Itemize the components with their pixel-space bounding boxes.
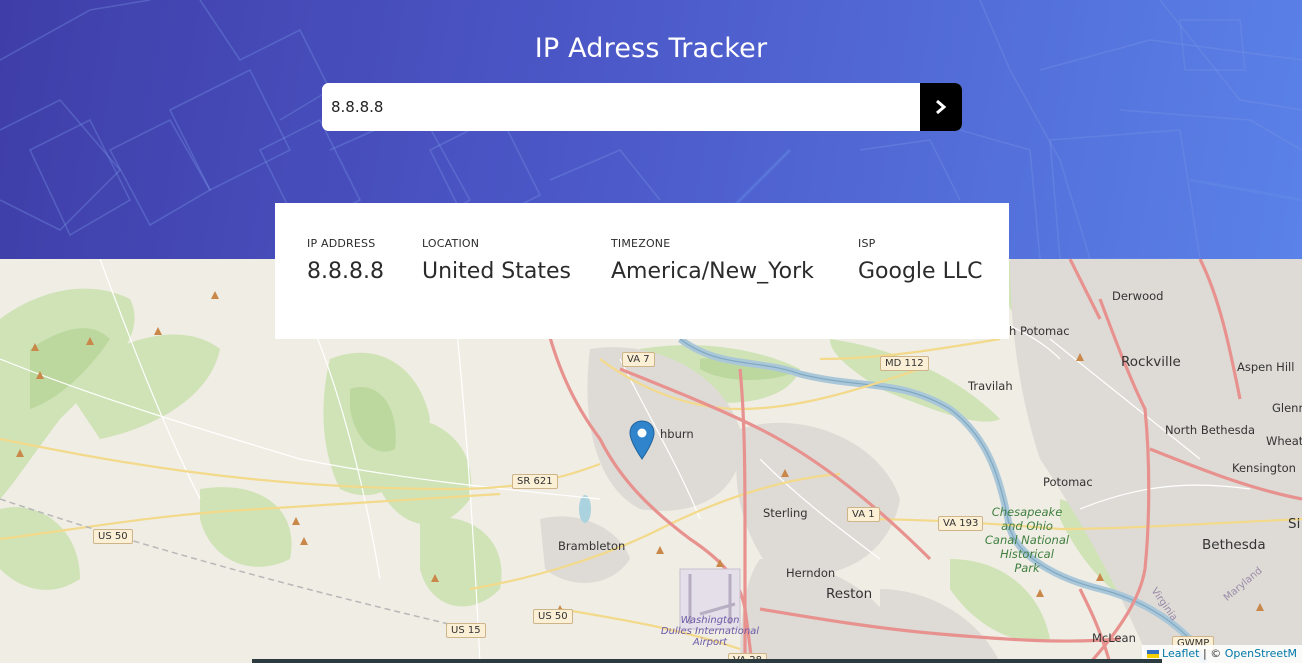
map-label-travilah: Travilah <box>968 379 1013 393</box>
map-attribution: Leaflet | © OpenStreetM <box>1141 645 1302 663</box>
map-label-rockville: Rockville <box>1121 354 1181 370</box>
map-label-glenmont: Glenn <box>1272 401 1302 415</box>
map-label-sterling: Sterling <box>763 506 808 520</box>
map-label-derwood: Derwood <box>1112 289 1164 303</box>
isp-value: Google LLC <box>858 259 983 284</box>
route-shield-us50-west: US 50 <box>93 529 133 544</box>
map-label-canal-park: Chesapeake and Ohio Canal National Histo… <box>984 505 1070 575</box>
map-label-dulles-airport: Washington Dulles International Airport <box>660 615 760 648</box>
ip-search-form <box>322 83 962 131</box>
attribution-separator: | © <box>1203 647 1222 660</box>
map-label-north-potomac: h Potomac <box>1009 324 1070 338</box>
route-shield-va1: VA 1 <box>847 507 880 522</box>
map-label-kensington: Kensington <box>1232 461 1296 475</box>
route-shield-va7: VA 7 <box>622 352 655 367</box>
map-pin-icon[interactable] <box>629 420 655 460</box>
map-label-brambleton: Brambleton <box>558 539 626 553</box>
map-label-mclean: McLean <box>1092 631 1136 645</box>
ip-address-label: IP ADDRESS <box>307 237 376 250</box>
route-shield-md112: MD 112 <box>880 356 929 371</box>
route-shield-us50-east: US 50 <box>533 609 573 624</box>
map-label-aspen-hill: Aspen Hill <box>1237 360 1295 374</box>
map-label-bethesda: Bethesda <box>1202 537 1266 553</box>
bottom-edge-bar <box>252 659 1162 663</box>
ip-address-field: IP ADDRESS 8.8.8.8 <box>307 237 384 284</box>
location-value: United States <box>422 259 571 284</box>
openstreetmap-link[interactable]: OpenStreetM <box>1225 647 1297 660</box>
location-label: LOCATION <box>422 237 480 250</box>
canal-line-2: and Ohio <box>1001 519 1053 533</box>
map-label-wheaton: Wheato <box>1266 434 1302 448</box>
ip-search-input[interactable] <box>322 83 920 131</box>
leaflet-link[interactable]: Leaflet <box>1162 647 1199 660</box>
canal-line-3: Canal National <box>984 533 1070 547</box>
canal-line-5: Park <box>1014 561 1040 575</box>
map-label-ashburn: hburn <box>660 427 694 441</box>
airport-line-2: Dulles International <box>660 626 760 637</box>
map-label-herndon: Herndon <box>786 566 836 580</box>
isp-field: ISP Google LLC <box>858 237 982 284</box>
ip-address-value: 8.8.8.8 <box>307 259 384 284</box>
isp-label: ISP <box>858 237 876 250</box>
ip-info-card: IP ADDRESS 8.8.8.8 LOCATION United State… <box>275 203 1009 339</box>
route-shield-va193: VA 193 <box>938 516 984 531</box>
map-label-potomac: Potomac <box>1043 475 1093 489</box>
map-label-silver-spring: Si <box>1288 516 1301 532</box>
canal-line-1: Chesapeake <box>991 505 1063 519</box>
canal-line-4: Historical <box>1000 547 1054 561</box>
map-label-north-bethesda: North Bethesda <box>1165 423 1255 437</box>
timezone-label: TIMEZONE <box>611 237 671 250</box>
timezone-value: America/New_York <box>611 259 814 284</box>
airport-line-1: Washington <box>680 615 740 626</box>
route-shield-us15: US 15 <box>446 623 486 638</box>
timezone-field: TIMEZONE America/New_York <box>611 237 814 284</box>
location-field: LOCATION United States <box>422 237 571 284</box>
page-title: IP Adress Tracker <box>534 33 768 64</box>
airport-line-3: Airport <box>692 637 728 648</box>
map-label-reston: Reston <box>826 586 873 602</box>
search-submit-button[interactable] <box>920 83 962 131</box>
chevron-right-icon <box>936 99 947 115</box>
ukraine-flag-icon <box>1146 650 1159 658</box>
route-shield-sr621: SR 621 <box>512 474 558 489</box>
